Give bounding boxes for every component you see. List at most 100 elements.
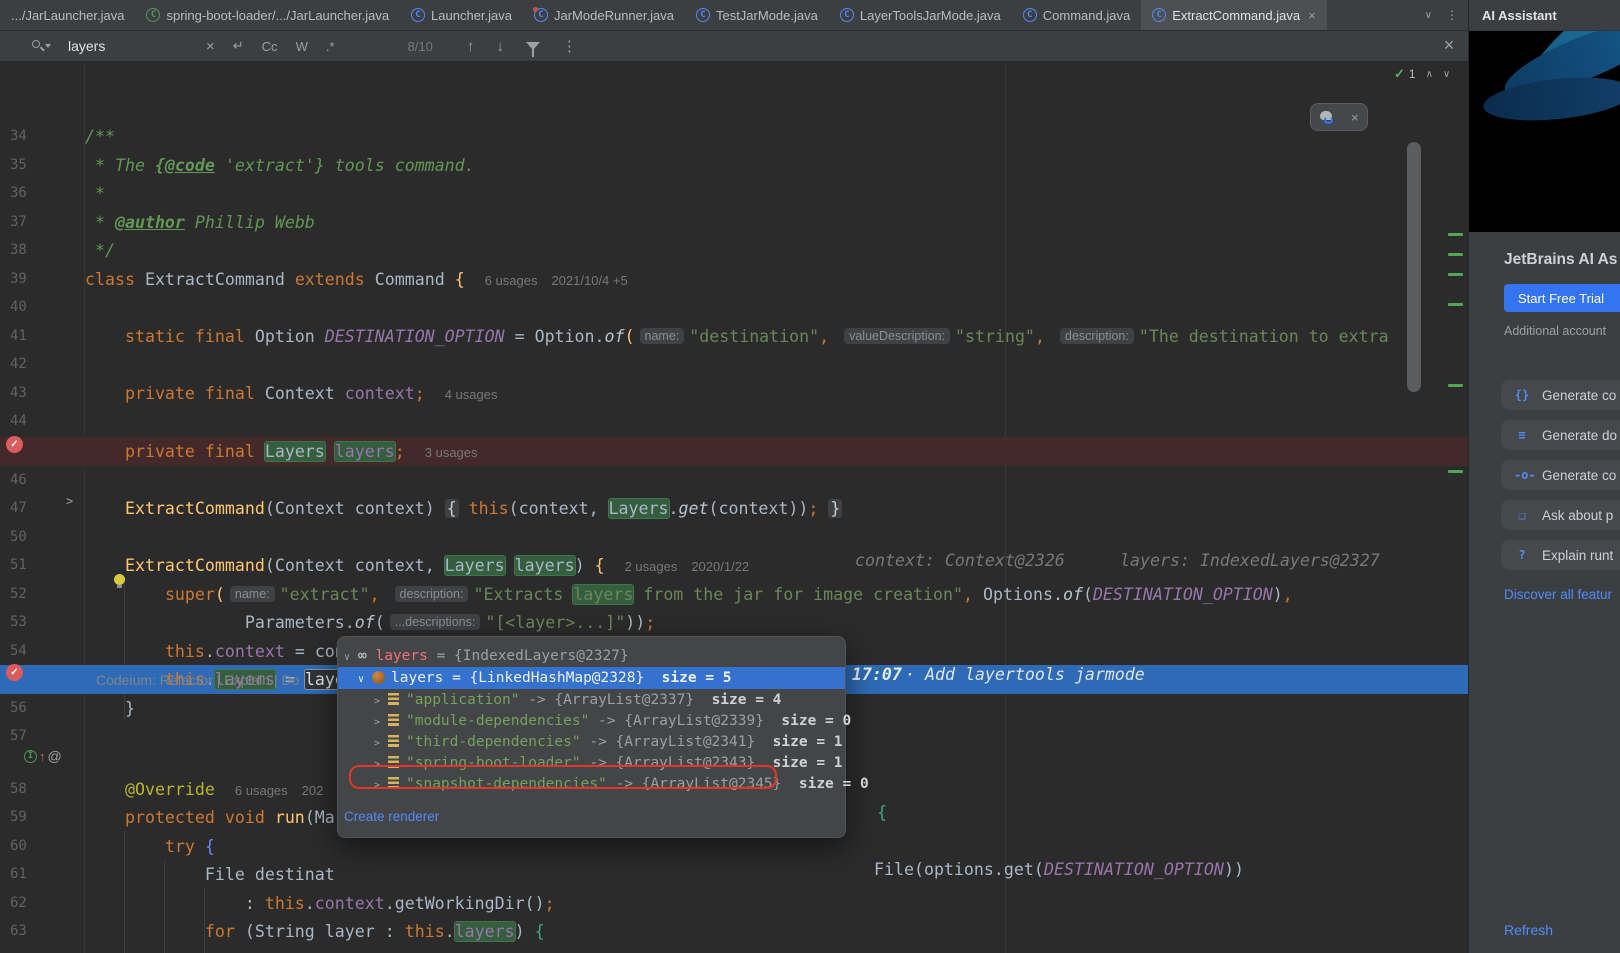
search-match-stripe-mark[interactable]: [1448, 253, 1463, 256]
search-close-icon[interactable]: ×: [1438, 35, 1460, 56]
fold-arrow-icon[interactable]: >: [66, 494, 73, 508]
line-number: 63: [10, 917, 50, 946]
tab-jarmoderunner-java[interactable]: CJarModeRunner.java: [523, 0, 685, 30]
braces-icon: {}: [1514, 388, 1530, 402]
code-text: */: [85, 236, 115, 265]
ai-action-generate-do[interactable]: ≡ Generate do: [1501, 420, 1620, 450]
value-icon: [372, 671, 385, 684]
tab-testjarmode-java[interactable]: CTestJarMode.java: [685, 0, 829, 30]
ai-action-explain-runt[interactable]: ?Explain runt: [1501, 540, 1620, 570]
line-number: 41: [10, 322, 50, 351]
floating-ai-toolbar: ×: [1310, 103, 1368, 131]
popup-entry-module-dependencies[interactable]: >"module-dependencies" -> {ArrayList@233…: [338, 710, 845, 732]
tab-command-java[interactable]: CCommand.java: [1012, 0, 1141, 30]
prev-match-icon[interactable]: ↑: [467, 38, 475, 55]
refresh-link[interactable]: Refresh: [1504, 922, 1553, 938]
tab-label: ExtractCommand.java: [1172, 8, 1300, 23]
start-free-trial-button[interactable]: Start Free Trial: [1504, 284, 1620, 312]
search-match-stripe-mark[interactable]: [1448, 384, 1463, 387]
line-number: 38: [10, 236, 50, 265]
code-text: protected void run(Ma: [85, 803, 335, 832]
intention-bulb-icon[interactable]: [114, 574, 125, 585]
code-line-47: 47 ExtractCommand(Context context) { thi…: [0, 494, 1468, 523]
tab-extractcommand-java[interactable]: CExtractCommand.java×: [1141, 0, 1326, 30]
code-editor[interactable]: 34/**35 * The {@code 'extract'} tools co…: [0, 62, 1468, 953]
search-icon[interactable]: [32, 40, 44, 52]
tab-launcher-java[interactable]: CLauncher.java: [400, 0, 523, 30]
inspection-count: 1: [1409, 67, 1416, 81]
code-line-41: 41 static final Option DESTINATION_OPTIO…: [0, 322, 1468, 351]
ai-action-ask-about-p[interactable]: ❑Ask about p: [1501, 500, 1620, 530]
commit-icon: -o-: [1514, 468, 1530, 482]
tab-label: Launcher.java: [431, 8, 512, 23]
tab-label: .../JarLauncher.java: [11, 8, 124, 23]
next-problem-icon[interactable]: ∨: [1443, 69, 1450, 80]
tab--jarlauncher-java[interactable]: .../JarLauncher.java: [0, 0, 135, 30]
code-text: try {: [85, 832, 215, 861]
code-text: ExtractCommand(Context context, Layers l…: [85, 551, 749, 580]
tab-label: TestJarMode.java: [716, 8, 818, 23]
search-result-count: 8/10: [408, 39, 433, 54]
breakpoint-icon[interactable]: ✓: [6, 436, 23, 453]
popup-root-variable[interactable]: ∨∞ layers = {IndexedLayers@2327}: [338, 645, 845, 667]
ai-assistant-panel: AI Assistant JetBrains AI As Start Free …: [1468, 0, 1620, 953]
next-match-icon[interactable]: ↓: [496, 38, 504, 55]
ai-action-generate-co[interactable]: -o-Generate co: [1501, 460, 1620, 490]
popup-entry-third-dependencies[interactable]: >"third-dependencies" -> {ArrayList@2341…: [338, 731, 845, 753]
code-text: class ExtractCommand extends Command {6 …: [85, 265, 628, 294]
ai-action-generate-co[interactable]: {}Generate co: [1501, 380, 1620, 410]
tab-spring-boot-loader-jarlauncher-java[interactable]: Cspring-boot-loader/.../JarLauncher.java: [135, 0, 400, 30]
code-text: static final Option DESTINATION_OPTION =…: [85, 322, 1389, 351]
popup-entry-application[interactable]: >"application" -> {ArrayList@2337} size …: [338, 689, 845, 711]
popup-selected-row[interactable]: ∨layers = {LinkedHashMap@2328} size = 5: [338, 667, 845, 689]
doc-icon: ≡: [1514, 428, 1530, 442]
editor-tab-bar: .../JarLauncher.java Cspring-boot-loader/…: [0, 0, 1468, 31]
regex-toggle[interactable]: .*: [326, 39, 335, 54]
search-match-stripe-mark[interactable]: [1448, 303, 1463, 306]
ai-action-label: Generate do: [1542, 428, 1617, 443]
inline-hint: {: [877, 803, 887, 822]
search-input[interactable]: layers: [68, 38, 198, 54]
line-number: 40: [10, 293, 50, 322]
code-line-64: 64 if (parameters.isEmpty() || parameter…: [0, 946, 1468, 953]
search-match-stripe-mark[interactable]: [1448, 273, 1463, 276]
breakpoint-icon[interactable]: ✓: [6, 664, 23, 681]
code-text: /**: [85, 122, 115, 151]
line-number: 34: [10, 122, 50, 151]
newline-toggle-icon[interactable]: ↵: [233, 38, 244, 54]
search-match-stripe-mark[interactable]: [1448, 470, 1463, 473]
tab-close-icon[interactable]: ×: [1308, 8, 1316, 23]
ai-panel-title: AI Assistant: [1469, 0, 1620, 31]
watch-icon: ∞: [358, 648, 367, 664]
code-line-36: 36 *: [0, 179, 1468, 208]
implements-icon[interactable]: I: [24, 750, 37, 763]
close-icon[interactable]: ×: [1351, 110, 1359, 125]
ai-subtext: Additional account: [1504, 324, 1606, 338]
line-number: 46: [10, 466, 50, 495]
tab-more-icon[interactable]: ⋮: [1446, 8, 1458, 22]
tab-label: LayerToolsJarMode.java: [860, 8, 1001, 23]
discover-features-link[interactable]: Discover all featur: [1504, 587, 1612, 602]
tab-list-chevron-icon[interactable]: ∨: [1425, 10, 1432, 21]
line-number: 61: [10, 860, 50, 889]
filter-icon[interactable]: [526, 42, 540, 50]
inspections-widget[interactable]: ✓ 1 ∧ ∨: [1394, 66, 1450, 82]
code-line-46: 46: [0, 466, 1468, 495]
tab-layertoolsjarmode-java[interactable]: CLayerToolsJarMode.java: [829, 0, 1012, 30]
create-renderer-link[interactable]: Create renderer: [344, 809, 439, 824]
line-number: 37: [10, 208, 50, 237]
prev-problem-icon[interactable]: ∧: [1426, 69, 1433, 80]
inline-hint: )): [1224, 860, 1244, 879]
codeium-inline-hint[interactable]: Codeium: Refactor | Explain | Do: [96, 672, 299, 688]
search-match-stripe-mark[interactable]: [1448, 233, 1463, 236]
words-toggle[interactable]: W: [296, 39, 308, 54]
code-text: super(name:"extract", description:"Extra…: [85, 580, 1293, 609]
overrides-arrow-icon[interactable]: ↑: [39, 749, 46, 764]
search-clear-icon[interactable]: ×: [206, 38, 215, 55]
ai-refactor-icon[interactable]: [1319, 111, 1334, 124]
editor-scrollbar[interactable]: [1407, 142, 1421, 392]
match-case-toggle[interactable]: Cc: [262, 39, 278, 54]
code-line-39: 39class ExtractCommand extends Command {…: [0, 265, 1468, 294]
code-text: * The {@code 'extract'} tools command.: [85, 151, 475, 180]
search-more-icon[interactable]: ⋮: [562, 37, 577, 55]
